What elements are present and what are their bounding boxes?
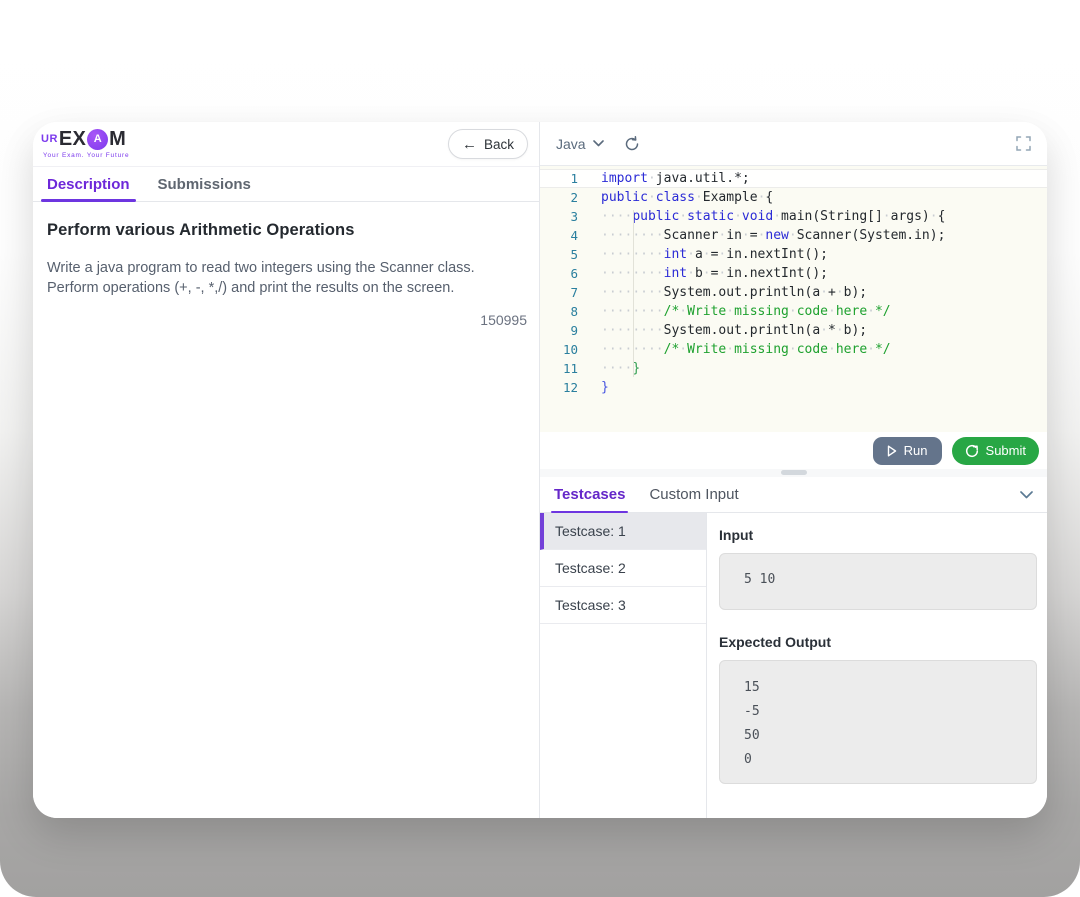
submit-icon [965, 444, 979, 458]
line-number: 5 [540, 245, 578, 264]
tab-testcases[interactable]: Testcases [554, 477, 625, 512]
logo-plus: + [104, 128, 108, 135]
editor-actions: Run Submit [540, 432, 1047, 469]
line-number: 1 [540, 169, 578, 188]
testcase-detail: Input 5 10 Expected Output 15 -5 50 0 [707, 513, 1047, 818]
indent-guide [633, 210, 634, 377]
problem-description: Write a java program to read two integer… [47, 258, 527, 298]
line-number: 12 [540, 378, 578, 397]
drag-handle-icon [781, 470, 807, 475]
logo-ex-text: EX [59, 129, 86, 149]
urexam-logo: UR EX A+ M Your Exam. Your Future [41, 129, 129, 160]
code-editor[interactable]: 1import·java.util.*;2public·class·Exampl… [540, 166, 1047, 432]
back-arrow-icon: ← [462, 137, 477, 152]
testcase-item-1[interactable]: Testcase: 1 [540, 513, 706, 550]
logo-m-text: M [109, 129, 126, 149]
tab-description[interactable]: Description [47, 167, 130, 201]
submit-button-label: Submit [986, 443, 1026, 458]
code-line[interactable]: 7········System.out.println(a·+·b); [540, 283, 1047, 302]
line-content: ········int·b·=·in.nextInt(); [578, 264, 828, 283]
app-card: UR EX A+ M Your Exam. Your Future ← Back… [33, 122, 1047, 818]
expected-output-label: Expected Output [719, 634, 1037, 650]
chevron-down-icon [1020, 491, 1033, 499]
expected-output-line: -5 [744, 700, 1012, 724]
code-line[interactable]: 3····public·static·void·main(String[]·ar… [540, 207, 1047, 226]
code-line[interactable]: 8········/*·Write·missing·code·here·*/ [540, 302, 1047, 321]
testcase-tabs: Testcases Custom Input [540, 477, 1047, 513]
line-content: ········System.out.println(a·+·b); [578, 283, 867, 302]
code-line[interactable]: 12} [540, 378, 1047, 397]
chevron-down-icon [593, 140, 604, 147]
tab-submissions[interactable]: Submissions [158, 167, 251, 201]
page-background: UR EX A+ M Your Exam. Your Future ← Back… [0, 0, 1080, 897]
line-number: 3 [540, 207, 578, 226]
problem-tabs: Description Submissions [33, 167, 539, 202]
line-content: ····} [578, 359, 640, 378]
submit-button[interactable]: Submit [952, 437, 1039, 465]
line-number: 6 [540, 264, 578, 283]
code-lines: 1import·java.util.*;2public·class·Exampl… [540, 169, 1047, 397]
code-line[interactable]: 9········System.out.println(a·*·b); [540, 321, 1047, 340]
code-line[interactable]: 1import·java.util.*; [540, 169, 1047, 188]
line-content: ········/*·Write·missing·code·here·*/ [578, 340, 891, 359]
language-select[interactable]: Java [556, 136, 604, 152]
problem-id: 150995 [47, 312, 527, 328]
play-icon [887, 445, 897, 457]
input-value: 5 10 [744, 572, 775, 587]
code-line[interactable]: 11····} [540, 359, 1047, 378]
reset-code-button[interactable] [624, 136, 640, 152]
collapse-panel-button[interactable] [1020, 491, 1033, 499]
code-line[interactable]: 10········/*·Write·missing·code·here·*/ [540, 340, 1047, 359]
line-content: public·class·Example·{ [578, 188, 773, 207]
code-line[interactable]: 5········int·a·=·in.nextInt(); [540, 245, 1047, 264]
line-number: 8 [540, 302, 578, 321]
line-content: ········int·a·=·in.nextInt(); [578, 245, 828, 264]
fullscreen-icon [1016, 136, 1031, 151]
tab-custom-input[interactable]: Custom Input [649, 477, 738, 512]
line-number: 10 [540, 340, 578, 359]
problem-content: Perform various Arithmetic Operations Wr… [33, 202, 539, 328]
problem-panel: UR EX A+ M Your Exam. Your Future ← Back… [33, 122, 540, 818]
line-content: import·java.util.*; [578, 169, 750, 188]
logo-a-badge: A+ [87, 129, 108, 150]
editor-panel: Java 1import·java. [540, 122, 1047, 818]
line-content: ········/*·Write·missing·code·here·*/ [578, 302, 891, 321]
panel-resizer-handle[interactable] [540, 469, 1047, 477]
line-content: } [578, 378, 609, 397]
expected-output-line: 0 [744, 748, 1012, 772]
testcase-section: Testcase: 1 Testcase: 2 Testcase: 3 Inpu… [540, 513, 1047, 818]
code-line[interactable]: 6········int·b·=·in.nextInt(); [540, 264, 1047, 283]
left-header: UR EX A+ M Your Exam. Your Future ← Back [33, 122, 539, 167]
input-label: Input [719, 527, 1037, 543]
testcase-item-3[interactable]: Testcase: 3 [540, 587, 706, 624]
expected-output-line: 15 [744, 676, 1012, 700]
testcase-list: Testcase: 1 Testcase: 2 Testcase: 3 [540, 513, 707, 818]
line-content: ········System.out.println(a·*·b); [578, 321, 867, 340]
logo-tagline: Your Exam. Your Future [43, 152, 129, 160]
input-value-box: 5 10 [719, 553, 1037, 610]
language-select-value: Java [556, 136, 586, 152]
line-number: 7 [540, 283, 578, 302]
line-number: 11 [540, 359, 578, 378]
code-line[interactable]: 2public·class·Example·{ [540, 188, 1047, 207]
fullscreen-button[interactable] [1016, 136, 1031, 151]
back-button[interactable]: ← Back [448, 129, 528, 159]
reset-icon [624, 136, 640, 152]
run-button[interactable]: Run [873, 437, 942, 465]
back-button-label: Back [484, 137, 514, 152]
line-number: 2 [540, 188, 578, 207]
run-button-label: Run [904, 443, 928, 458]
line-number: 9 [540, 321, 578, 340]
line-number: 4 [540, 226, 578, 245]
expected-output-box: 15 -5 50 0 [719, 660, 1037, 784]
testcase-item-2[interactable]: Testcase: 2 [540, 550, 706, 587]
problem-title: Perform various Arithmetic Operations [47, 221, 527, 240]
expected-output-line: 50 [744, 724, 1012, 748]
editor-toolbar: Java [540, 122, 1047, 166]
code-line[interactable]: 4········Scanner·in·=·new·Scanner(System… [540, 226, 1047, 245]
logo-ur-text: UR [41, 134, 58, 145]
